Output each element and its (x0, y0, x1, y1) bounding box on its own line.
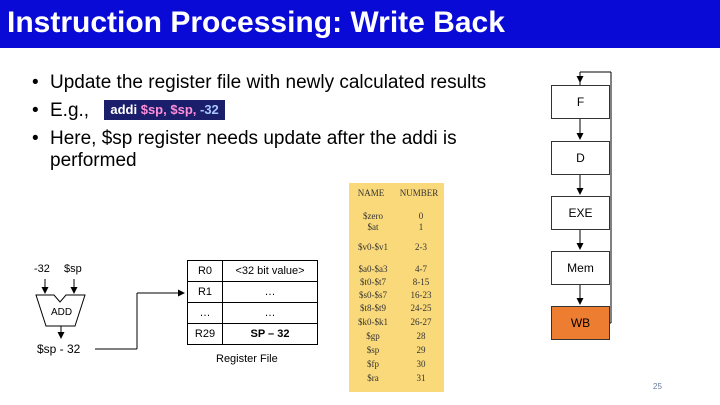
adder-label: ADD (51, 307, 73, 318)
table-row: R29 SP – 32 (187, 323, 318, 345)
table-row: $gp 28 (366, 331, 426, 341)
register-file-table: R0 <32 bit value> R1 … … … R29 SP – 32 (187, 260, 318, 345)
register-name: R29 (187, 323, 223, 345)
table-header: NAME NUMBER (349, 188, 444, 200)
pipeline-stage-f: F (551, 85, 610, 119)
register-names-table: NAME NUMBER $zero 0 $at 1 $v0-$v1 2-3 $a0-$… (349, 183, 444, 392)
pipeline-stage-wb: WB (551, 306, 610, 340)
table-row: R0 <32 bit value> (187, 260, 318, 282)
table-row: $t8-$t9 24-25 (360, 303, 432, 313)
register-name: R1 (187, 281, 223, 303)
table-row: $v0-$v1 2-3 (358, 242, 427, 252)
adder-output: $sp - 32 (37, 342, 81, 356)
register-value: … (222, 302, 318, 324)
table-row: $at 1 (367, 222, 424, 232)
pipeline-stage-d: D (551, 141, 610, 175)
header-name: NAME (357, 188, 385, 198)
register-value: SP – 32 (222, 323, 318, 345)
page-number: 25 (653, 382, 662, 391)
table-row: $a0-$a3 4-7 (358, 264, 428, 274)
table-row: $fp 30 (367, 359, 426, 369)
table-row: $s0-$s7 16-23 (358, 290, 432, 300)
register-name: R0 (187, 260, 223, 282)
table-row: $ra 31 (367, 373, 426, 383)
table-row: R1 … (187, 281, 318, 303)
register-value: <32 bit value> (222, 260, 318, 282)
header-number: NUMBER (399, 188, 439, 198)
register-file-label: Register File (216, 353, 278, 365)
table-row: $k0-$k1 26-27 (358, 317, 432, 327)
table-row: … … (187, 302, 318, 324)
register-value: … (222, 281, 318, 303)
pipeline-stage-mem: Mem (551, 251, 610, 285)
table-row: $sp 29 (366, 345, 426, 355)
table-row: $t0-$t7 8-15 (360, 277, 430, 287)
table-row: $zero 0 (363, 211, 424, 221)
register-name: … (187, 302, 223, 324)
pipeline-stage-exe: EXE (551, 196, 610, 230)
